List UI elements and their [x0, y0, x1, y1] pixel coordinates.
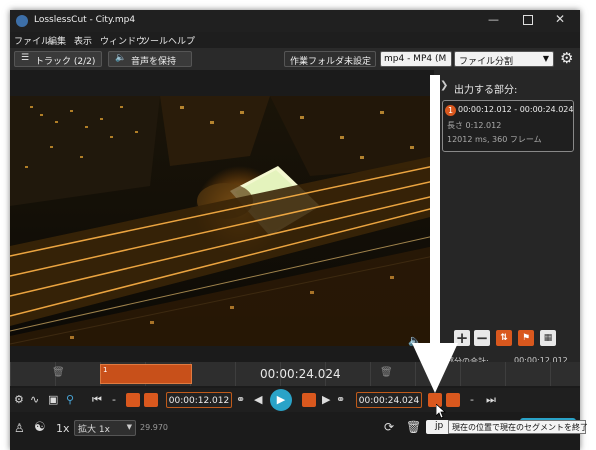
menu-tools[interactable]: ツール [141, 34, 168, 47]
working-dir-label: 作業フォルダ未設定 [290, 57, 372, 67]
annotation-arrow [412, 75, 458, 393]
list-icon: ☰ [21, 53, 30, 63]
next-frame-icon[interactable]: ▶ [322, 393, 330, 407]
remove-segment-icon[interactable]: − [474, 330, 490, 346]
jump-end-icon[interactable]: ⏭ [486, 393, 496, 407]
timeline[interactable]: 1 🗑 🗑 00:00:24.024 [10, 362, 580, 386]
chevron-down-icon: ▼ [126, 423, 132, 431]
minimize-icon[interactable]: — [488, 13, 499, 26]
trash-icon[interactable]: 🗑 [380, 367, 393, 378]
mode-value: ファイル分割 [459, 57, 514, 67]
zoom-select[interactable]: 拡大 1x ▼ [74, 420, 136, 436]
stop-icon[interactable] [302, 393, 316, 407]
jump-segment-start-icon[interactable] [126, 393, 140, 407]
dash-icon: - [112, 393, 116, 406]
tracks-label: トラック (2/2) [35, 57, 96, 67]
person-icon[interactable]: ♙ [14, 421, 25, 435]
key-icon[interactable]: ⚲ [66, 393, 74, 407]
app-icon [16, 15, 28, 27]
start-time-field[interactable]: 00:00:12.012 [166, 392, 232, 408]
working-dir-button[interactable]: 作業フォルダ未設定 [284, 51, 376, 67]
mode-select[interactable]: ファイル分割 ▼ [454, 51, 554, 67]
speaker-icon: 🔈 [115, 53, 127, 63]
keep-audio-button[interactable]: 🔈 音声を保持 [108, 51, 192, 67]
gear-icon[interactable]: ⚙ [560, 49, 573, 67]
trash-icon[interactable]: 🗑 [52, 367, 65, 378]
split-segment-icon[interactable]: ▦ [540, 330, 556, 346]
fps-label: 29.970 [140, 423, 168, 432]
waveform-icon[interactable]: ∿ [30, 393, 39, 407]
tooltip-text: 現在の位置で現在のセグメントを終了 [452, 423, 588, 432]
tooltip: 現在の位置で現在のセグメントを終了 [448, 420, 588, 434]
jump-segment-end-icon[interactable] [446, 393, 460, 407]
dash-icon: - [470, 393, 474, 406]
format-value: mp4 - MP4 (M [384, 54, 447, 64]
segment-bar-label: 1 [103, 366, 108, 374]
menu-view[interactable]: 表示 [74, 34, 92, 47]
title-bar: LosslessCut - City.mp4 — ✕ [10, 10, 580, 32]
toolbar: ☰ トラック (2/2) 🔈 音声を保持 作業フォルダ未設定 mp4 - MP4… [10, 48, 580, 70]
set-start-icon[interactable] [144, 393, 158, 407]
chevron-down-icon: ▼ [542, 54, 549, 63]
sort-segments-icon[interactable]: ⇅ [496, 330, 512, 346]
segment-bar[interactable]: 1 [100, 364, 192, 384]
yin-yang-icon[interactable]: ☯ [34, 420, 46, 435]
zoom-value: 拡大 1x [78, 425, 110, 435]
speed-label: 1x [56, 422, 70, 435]
video-frame [10, 96, 434, 346]
image-icon[interactable]: ▣ [48, 393, 58, 407]
video-player[interactable]: 🔈 [10, 96, 434, 346]
output-format-value: jp [435, 421, 444, 431]
maximize-icon[interactable] [523, 15, 533, 25]
menu-bar: ファイル 編集 表示 ウィンドウ ツール ヘルプ [10, 32, 580, 48]
prev-frame-icon[interactable]: ◀ [254, 393, 262, 407]
menu-file[interactable]: ファイル [14, 34, 50, 47]
settings-icon[interactable]: ⚙ [14, 393, 24, 407]
mouse-cursor-icon [436, 404, 446, 418]
tag-icon[interactable]: ⚑ [518, 330, 534, 346]
segment-range: 00:00:12.012 - 00:00:24.024 [458, 105, 574, 114]
tracks-button[interactable]: ☰ トラック (2/2) [14, 51, 102, 67]
jump-start-icon[interactable]: ⏮ [92, 393, 102, 407]
segment-card[interactable]: 1 00:00:12.012 - 00:00:24.024 長さ 0:12.01… [442, 100, 574, 152]
keyframe-icon[interactable]: ⚭ [336, 393, 345, 407]
keep-audio-label: 音声を保持 [131, 57, 177, 67]
trash-icon[interactable]: 🗑 [406, 420, 421, 434]
window-title: LosslessCut - City.mp4 [34, 15, 136, 25]
format-select[interactable]: mp4 - MP4 (M [380, 51, 452, 67]
close-icon[interactable]: ✕ [555, 12, 565, 26]
keyframe-icon[interactable]: ⚭ [236, 393, 245, 407]
menu-edit[interactable]: 編集 [48, 34, 66, 47]
menu-window[interactable]: ウィンドウ [100, 34, 145, 47]
app-window: LosslessCut - City.mp4 — ✕ ファイル 編集 表示 ウィ… [10, 10, 580, 450]
rotate-icon[interactable]: ⟳ [384, 420, 394, 434]
play-button[interactable]: ▶ [270, 389, 292, 411]
segments-header: 出力する部分: [454, 85, 518, 96]
segment-info: 12012 ms, 360 フレーム [447, 135, 542, 144]
playhead-time: 00:00:24.024 [260, 367, 341, 381]
menu-help[interactable]: ヘルプ [168, 34, 195, 47]
playback-controls: ⚙ ∿ ▣ ⚲ ⏮ - 00:00:12.012 ⚭ ◀ ▶ ▶ ⚭ 00:00… [10, 388, 580, 412]
